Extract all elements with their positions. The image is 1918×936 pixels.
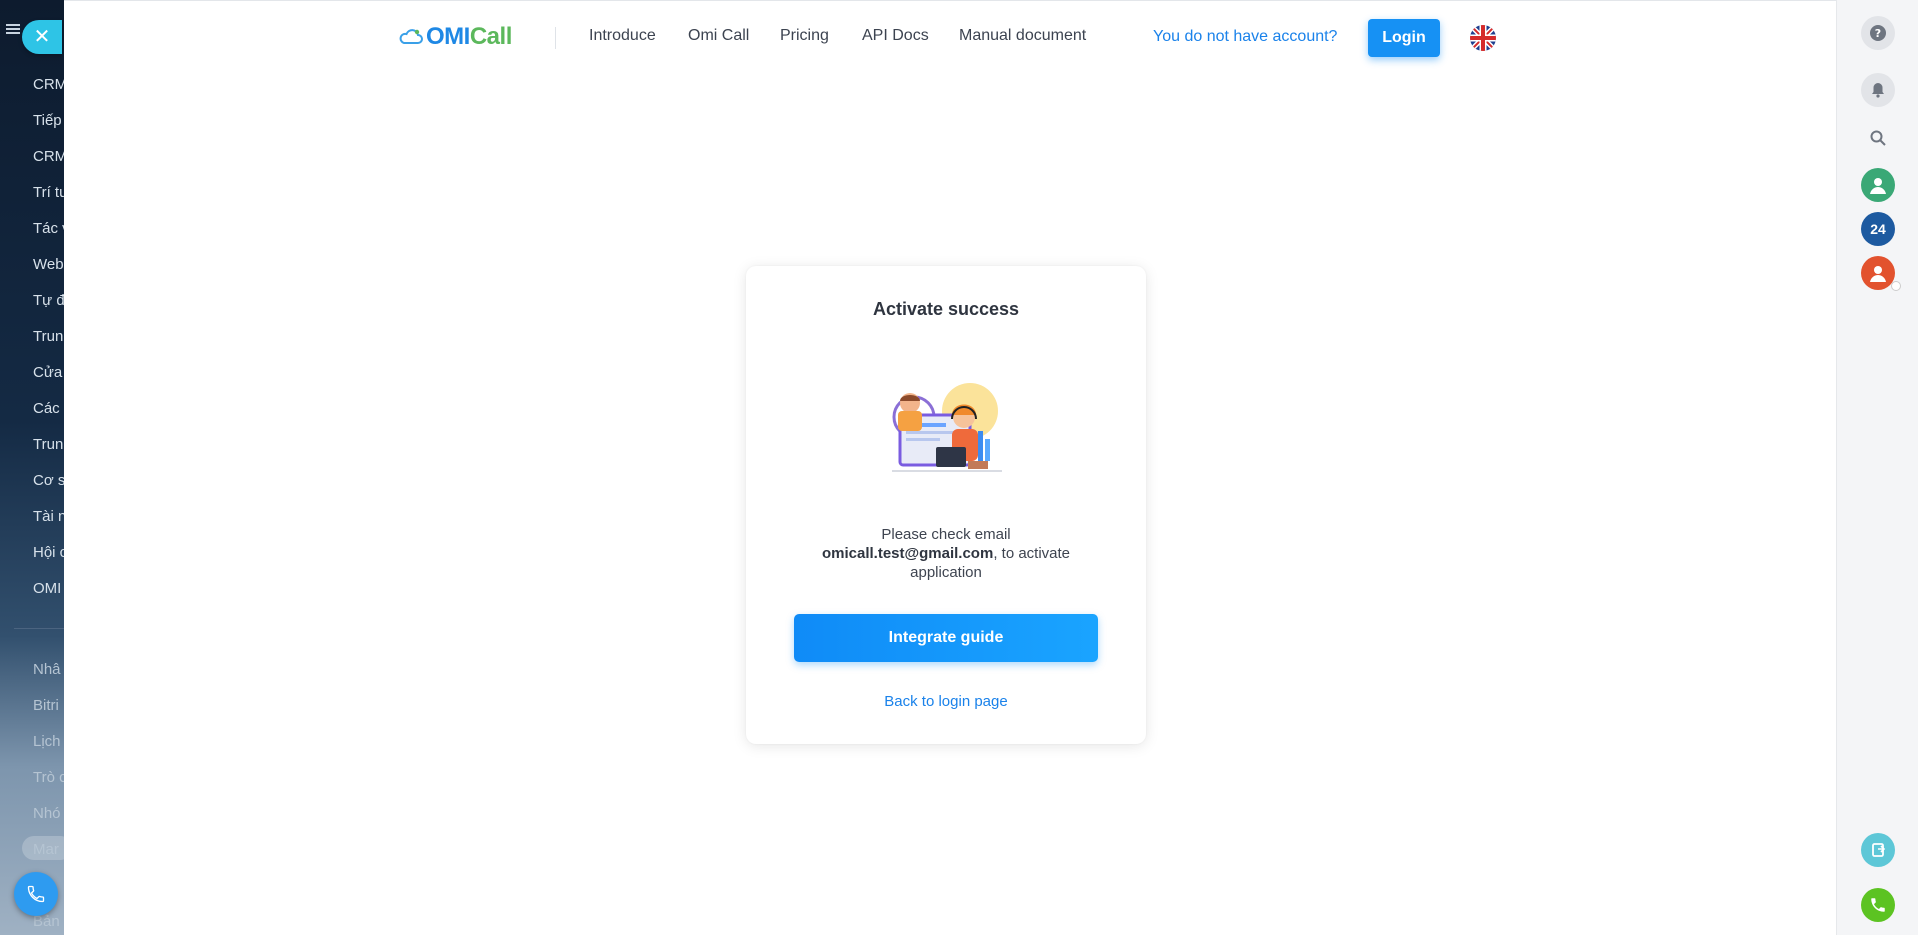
user-avatar-icon[interactable]: [1861, 256, 1895, 290]
sidebar-item[interactable]: Mar: [33, 841, 59, 858]
sidebar-divider: [14, 628, 64, 629]
sidebar-item[interactable]: Trun: [33, 436, 63, 453]
close-button[interactable]: ✕: [22, 20, 62, 54]
help-icon[interactable]: ?: [1861, 16, 1895, 50]
message-prefix: Please check email: [881, 526, 1011, 543]
nav-link-manual-document[interactable]: Manual document: [959, 27, 1086, 45]
menu-icon[interactable]: [6, 24, 20, 34]
sidebar-item[interactable]: Các s: [33, 400, 64, 417]
sidebar-item[interactable]: Trò c: [33, 769, 64, 786]
card-title: Activate success: [872, 299, 1020, 319]
integrate-guide-button[interactable]: Integrate guide: [794, 614, 1098, 662]
cloud-icon: [399, 29, 423, 44]
right-rail: ? 24: [1836, 0, 1918, 935]
sidebar-item[interactable]: Cửa: [33, 364, 62, 381]
left-sidebar: ✕ CRM Tiếp CRM Trí tu Tác v Web Tự đ Tru…: [0, 0, 64, 935]
document-icon[interactable]: [1861, 833, 1895, 867]
sidebar-item[interactable]: CRM: [33, 148, 64, 165]
activation-message: Please check email omicall.test@gmail.co…: [806, 525, 1086, 582]
sidebar-item[interactable]: Hội c: [33, 544, 64, 561]
top-navbar: OMICall Introduce Omi Call Pricing API D…: [64, 1, 1836, 73]
logo-text: OMICall: [426, 23, 512, 50]
user-avatar-icon[interactable]: [1861, 168, 1895, 202]
phone-icon: [27, 885, 45, 903]
sidebar-item[interactable]: Trí tu: [33, 184, 64, 201]
nav-divider: [555, 27, 556, 49]
nav-link-pricing[interactable]: Pricing: [780, 27, 829, 45]
nav-link-omi-call[interactable]: Omi Call: [688, 27, 749, 45]
svg-text:?: ?: [1875, 27, 1881, 40]
sidebar-item[interactable]: Nhó: [33, 805, 61, 822]
back-to-login-link[interactable]: Back to login page: [746, 693, 1146, 710]
sidebar-item[interactable]: Cơ s: [33, 472, 64, 489]
sidebar-item[interactable]: Web: [33, 256, 64, 273]
support-illustration: [892, 383, 1002, 472]
nav-link-introduce[interactable]: Introduce: [589, 27, 656, 45]
sidebar-item[interactable]: Tiếp: [33, 112, 62, 129]
sidebar-item[interactable]: Trun: [33, 328, 63, 345]
sidebar-item[interactable]: CRM: [33, 76, 64, 93]
counter-badge[interactable]: 24: [1861, 212, 1895, 246]
activation-card: Activate success Please check email omic…: [746, 266, 1146, 744]
sidebar-item[interactable]: Bitri: [33, 697, 59, 714]
status-dot: [1891, 281, 1901, 291]
sidebar-item[interactable]: Tự đ: [33, 292, 64, 309]
login-button[interactable]: Login: [1368, 19, 1440, 57]
sidebar-item[interactable]: Tác v: [33, 220, 64, 237]
sidebar-item[interactable]: Lịch: [33, 733, 61, 750]
omicall-logo[interactable]: OMICall: [398, 23, 512, 51]
main-content: OMICall Introduce Omi Call Pricing API D…: [64, 0, 1900, 936]
bell-icon[interactable]: [1861, 73, 1895, 107]
nav-link-api-docs[interactable]: API Docs: [862, 27, 929, 45]
sidebar-item[interactable]: Tài n: [33, 508, 64, 525]
search-icon[interactable]: [1861, 121, 1895, 155]
phone-call-button[interactable]: [14, 872, 58, 916]
email-address: omicall.test@gmail.com: [821, 545, 994, 562]
sidebar-item[interactable]: Nhâ: [33, 661, 61, 678]
phone-icon[interactable]: [1861, 888, 1895, 922]
signup-link[interactable]: You do not have account?: [1153, 28, 1337, 46]
sidebar-item[interactable]: OMI: [33, 580, 61, 597]
uk-flag-icon[interactable]: [1470, 25, 1496, 51]
